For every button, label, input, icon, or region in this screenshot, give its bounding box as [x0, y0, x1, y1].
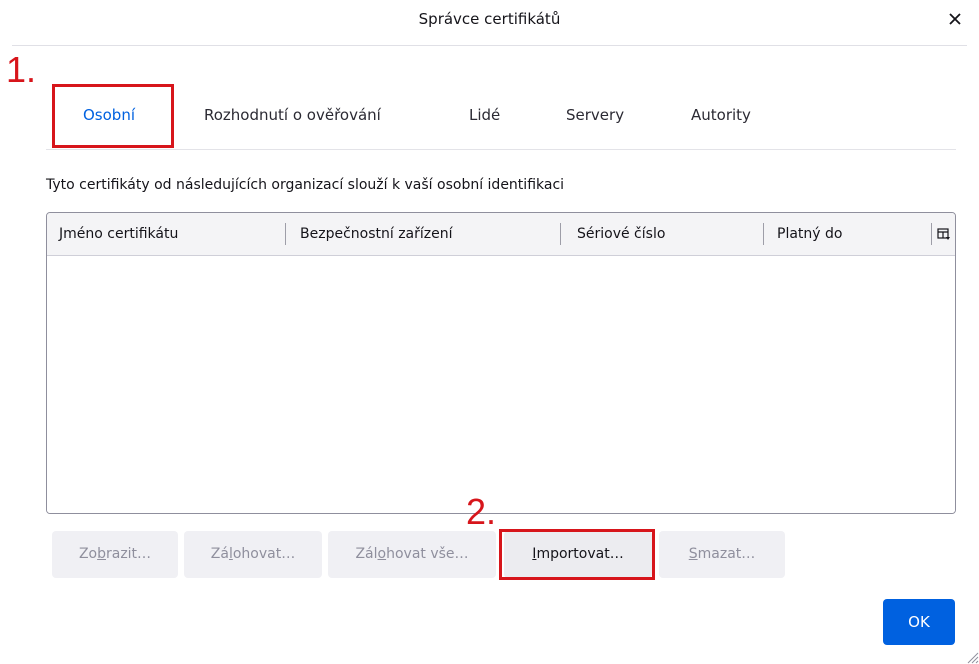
- column-header-name[interactable]: Jméno certifikátu: [59, 226, 178, 242]
- table-body[interactable]: [47, 256, 955, 513]
- tab-authentication-decisions[interactable]: Rozhodnutí o ověřování: [204, 106, 381, 124]
- close-icon: [949, 13, 961, 25]
- column-header-expires[interactable]: Platný do: [777, 226, 842, 242]
- title-bar: Správce certifikátů: [0, 0, 979, 40]
- delete-button[interactable]: Smazat…: [659, 531, 785, 578]
- column-picker-button[interactable]: [937, 226, 951, 240]
- column-separator[interactable]: [285, 223, 286, 245]
- ok-button[interactable]: OK: [883, 599, 955, 645]
- tab-underline: [46, 149, 956, 150]
- column-separator[interactable]: [763, 223, 764, 245]
- column-separator[interactable]: [931, 223, 932, 245]
- tab-people[interactable]: Lidé: [469, 106, 500, 124]
- annotation-step-1: 1.: [6, 49, 37, 90]
- view-button[interactable]: Zobrazit…: [52, 531, 178, 578]
- annotation-box-tab: [52, 84, 174, 148]
- column-picker-icon: [937, 228, 950, 240]
- backup-button[interactable]: Zálohovat…: [184, 531, 322, 578]
- table-header: Jméno certifikátu Bezpečnostní zařízení …: [47, 213, 955, 256]
- title-separator: [12, 45, 967, 46]
- tab-authorities[interactable]: Autority: [691, 106, 751, 124]
- column-header-serial[interactable]: Sériové číslo: [577, 226, 665, 242]
- backup-all-button[interactable]: Zálohovat vše…: [328, 531, 496, 578]
- column-separator[interactable]: [560, 223, 561, 245]
- annotation-box-import: [499, 529, 655, 580]
- tab-description: Tyto certifikáty od následujících organi…: [46, 177, 565, 193]
- column-header-device[interactable]: Bezpečnostní zařízení: [300, 226, 453, 242]
- annotation-step-2: 2.: [466, 491, 497, 532]
- dialog-title: Správce certifikátů: [418, 10, 561, 28]
- certificate-manager-dialog: Správce certifikátů 1. Osobní Rozhodnutí…: [0, 0, 979, 664]
- resize-grip[interactable]: [963, 648, 979, 664]
- resize-grip-icon: [967, 652, 979, 664]
- tab-servers[interactable]: Servery: [566, 106, 624, 124]
- tab-bar: Osobní Rozhodnutí o ověřování Lidé Serve…: [46, 96, 956, 151]
- certificate-table[interactable]: Jméno certifikátu Bezpečnostní zařízení …: [46, 212, 956, 514]
- close-button[interactable]: [941, 5, 969, 33]
